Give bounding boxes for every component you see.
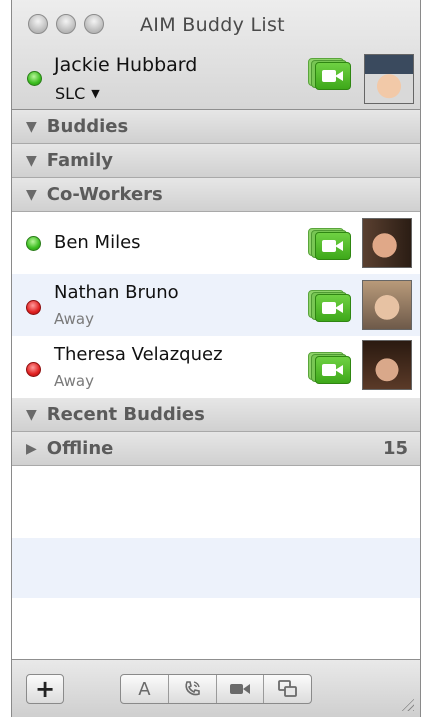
add-buddy-button[interactable]: + [26, 674, 64, 704]
disclosure-collapsed-icon: ▶ [26, 440, 37, 457]
buddy-row-ben-miles[interactable]: Ben Miles [12, 212, 420, 274]
group-label: Recent Buddies [46, 404, 205, 425]
buddy-row-theresa-velazquez[interactable]: Theresa Velazquez Away [12, 336, 420, 398]
my-location-selector[interactable]: SLC ▼ [55, 84, 100, 103]
buddy-avatar [362, 280, 412, 330]
video-chat-icon[interactable] [308, 290, 352, 322]
buddy-name: Ben Miles [54, 232, 141, 253]
my-location: SLC [55, 84, 86, 103]
group-offline[interactable]: ▶ Offline 15 [12, 432, 420, 466]
available-status-icon [26, 236, 41, 251]
group-label: Buddies [46, 116, 129, 137]
window-controls [28, 14, 104, 34]
video-icon[interactable] [217, 675, 265, 703]
my-status-icon[interactable] [27, 71, 42, 86]
bottom-toolbar: + A [12, 659, 420, 717]
buddy-status-text: Away [54, 310, 94, 328]
disclosure-expanded-icon: ▼ [26, 186, 37, 203]
away-status-icon [26, 362, 41, 377]
disclosure-expanded-icon: ▼ [26, 406, 37, 423]
empty-list-area [12, 478, 420, 659]
my-screen-name: Jackie Hubbard [54, 54, 198, 76]
away-status-icon [26, 300, 41, 315]
font-icon[interactable]: A [121, 675, 169, 703]
screen-share-icon[interactable] [264, 675, 311, 703]
group-family[interactable]: ▼ Family [12, 144, 420, 178]
title-bar: AIM Buddy List Jackie Hubbard SLC ▼ [12, 0, 420, 110]
group-label: Offline [46, 438, 114, 459]
disclosure-expanded-icon: ▼ [26, 152, 37, 169]
group-label: Co-Workers [46, 184, 163, 205]
group-recent-buddies[interactable]: ▼ Recent Buddies [12, 398, 420, 432]
action-button-group: A [120, 674, 312, 704]
buddy-row-nathan-bruno[interactable]: Nathan Bruno Away [12, 274, 420, 336]
buddy-list-window: AIM Buddy List Jackie Hubbard SLC ▼ ▼ Bu… [11, 0, 421, 717]
my-video-icon[interactable] [308, 58, 352, 90]
group-buddies[interactable]: ▼ Buddies [12, 110, 420, 144]
window-title: AIM Buddy List [140, 14, 285, 36]
buddy-avatar [362, 340, 412, 390]
buddy-name: Theresa Velazquez [54, 344, 223, 365]
group-coworkers[interactable]: ▼ Co-Workers [12, 178, 420, 212]
group-label: Family [46, 150, 113, 171]
video-chat-icon[interactable] [308, 352, 352, 384]
resize-grip-icon[interactable] [400, 697, 414, 711]
chevron-down-icon: ▼ [91, 87, 100, 100]
group-count: 15 [382, 438, 408, 459]
buddy-avatar [362, 218, 412, 268]
my-avatar[interactable] [364, 54, 414, 104]
minimize-window-button[interactable] [56, 14, 76, 34]
phone-icon[interactable] [169, 675, 217, 703]
disclosure-expanded-icon: ▼ [26, 118, 37, 135]
buddy-name: Nathan Bruno [54, 282, 179, 303]
buddy-status-text: Away [54, 372, 94, 390]
zoom-window-button[interactable] [84, 14, 104, 34]
close-window-button[interactable] [28, 14, 48, 34]
video-chat-icon[interactable] [308, 228, 352, 260]
